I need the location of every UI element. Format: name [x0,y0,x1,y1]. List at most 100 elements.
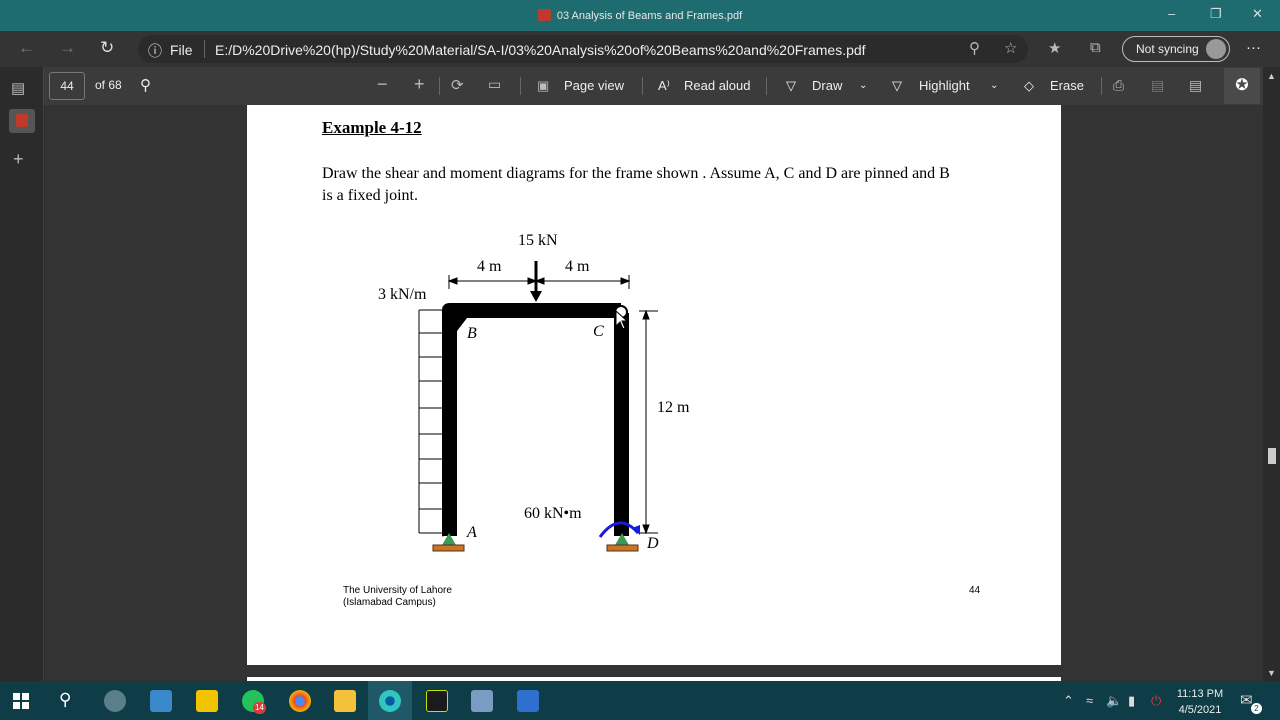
pin-toolbar-icon[interactable]: ✪ [1224,68,1260,104]
footer-institution: The University of Lahore (Islamabad Camp… [343,585,452,608]
joint-d-label: D [647,535,659,552]
joint-c-label: C [593,323,604,340]
scroll-down-icon[interactable]: ▼ [1267,668,1276,678]
toolbar-divider [520,77,521,95]
print-icon[interactable]: ⎙ [1113,77,1124,94]
joint-a-label: A [467,524,477,541]
power-icon[interactable]: ⏻ [1151,693,1161,709]
forward-icon[interactable]: → [59,38,76,58]
windows-start-icon[interactable] [13,693,29,709]
new-tab-icon[interactable]: + [13,149,24,170]
sync-button[interactable]: Not syncing [1122,36,1230,62]
page-number-input[interactable]: 44 [49,72,85,100]
file-explorer-icon[interactable] [334,690,356,712]
show-hidden-icons-icon[interactable]: ⌃ [1063,693,1074,709]
weather-app-icon[interactable] [104,690,126,712]
moment-label: 60 kN•m [524,505,582,522]
vertical-tab-sidebar: ▤ + [0,67,44,681]
dimension-left-label: 4 m [477,258,502,275]
highlight-button[interactable]: Highlight [919,78,970,93]
pdf-tab-icon[interactable] [9,109,35,133]
collections-icon[interactable]: ⧉ [1090,39,1101,56]
highlight-icon: ▽ [892,78,902,93]
minimize-button[interactable]: – [1168,6,1175,21]
mouse-cursor-icon [615,310,629,330]
url-divider [204,40,205,58]
sticky-notes-icon[interactable] [196,690,218,712]
toolbar-divider [439,77,440,95]
zoom-out-icon[interactable]: − [377,74,388,95]
vertical-scrollbar[interactable]: ▲ ▼ [1263,67,1280,681]
erase-button[interactable]: Erase [1050,78,1084,93]
horizontal-dimension [447,275,631,289]
whatsapp-badge: 14 [253,702,266,714]
search-icon[interactable]: ⚲ [140,76,151,94]
page-view-icon: ▣ [537,78,550,93]
notification-badge: 2 [1251,703,1262,714]
speaker-icon[interactable]: 🔈 [1106,693,1122,709]
title-bar: 03 Analysis of Beams and Frames.pdf – ❐ … [0,0,1280,31]
file-label: File [170,42,193,58]
favorites-icon[interactable]: ★ [1048,39,1061,57]
tab-actions-icon[interactable]: ▤ [11,79,25,97]
draw-button[interactable]: Draw [812,78,842,93]
read-aloud-button[interactable]: Read aloud [684,78,751,93]
page-total: of 68 [95,78,122,92]
battery-icon[interactable]: ▮ [1128,693,1135,709]
pdf-viewer: Example 4-12 Draw the shear and moment d… [45,105,1263,681]
point-load-arrow [530,291,542,302]
pdf-page: Example 4-12 Draw the shear and moment d… [247,105,1061,665]
rotate-icon[interactable]: ⟳ [451,76,464,94]
draw-icon: ▽ [786,78,796,93]
save-app-icon[interactable] [471,690,493,712]
back-icon[interactable]: ← [18,38,35,58]
frame-member-cd [614,313,629,536]
toolbar-divider [766,77,767,95]
wifi-icon[interactable]: ≈ [1086,693,1093,708]
restore-button[interactable]: ❐ [1210,6,1222,22]
search-icon[interactable]: ⚲ [59,690,71,710]
chrome-icon[interactable] [289,690,311,712]
add-favorite-icon[interactable]: ☆ [1004,39,1017,57]
dimension-right-label: 4 m [565,258,590,275]
frame-figure [418,261,658,552]
save-icon[interactable]: ▤ [1151,77,1164,94]
info-icon[interactable]: ⓘ [148,41,162,61]
chevron-down-icon[interactable]: ⌄ [990,80,998,91]
footer-page-number: 44 [969,585,981,596]
save-as-icon[interactable]: ▤ [1189,77,1202,94]
window-title: 03 Analysis of Beams and Frames.pdf [0,9,1280,22]
network-app-icon[interactable] [150,690,172,712]
height-label: 12 m [657,399,690,416]
toolbar-divider [1101,77,1102,95]
app-icon[interactable] [426,690,448,712]
read-aloud-icon: A⁾ [658,78,670,93]
point-load-label: 15 kN [518,232,558,249]
address-bar: ← → ↻ ⓘ File E:/D%20Drive%20(hp)/Study%2… [0,31,1280,67]
vertical-dimension [639,309,658,535]
zoom-in-icon[interactable]: + [414,74,425,95]
chevron-down-icon[interactable]: ⌄ [859,80,867,91]
refresh-icon[interactable]: ↻ [100,38,114,58]
taskbar: ⚲ 14 ⌃ ≈ 🔈 ▮ ⏻ 11:13 PM 4/5/2021 ✉ 2 [0,681,1280,720]
support-a-base [432,544,465,552]
pdf-icon [537,9,551,21]
support-d-base [606,544,639,552]
page-view-button[interactable]: Page view [564,78,624,93]
toolbar-divider [642,77,643,95]
url-box[interactable]: ⓘ File E:/D%20Drive%20(hp)/Study%20Mater… [138,35,1028,63]
scroll-up-icon[interactable]: ▲ [1267,71,1276,81]
close-button[interactable]: ✕ [1252,6,1263,22]
joint-b-label: B [467,325,477,342]
more-menu-icon[interactable]: ··· [1246,39,1261,56]
edge-icon[interactable] [379,690,401,712]
chart-app-icon[interactable] [517,690,539,712]
avatar [1206,39,1226,59]
eraser-icon: ◇ [1024,78,1034,93]
scrollbar-thumb[interactable] [1268,448,1276,464]
distributed-load-label: 3 kN/m [378,286,427,303]
zoom-icon[interactable]: ⚲ [969,39,980,57]
url-text[interactable]: E:/D%20Drive%20(hp)/Study%20Material/SA-… [215,42,866,58]
clock[interactable]: 11:13 PM 4/5/2021 [1172,686,1228,718]
fit-page-icon[interactable]: ▭ [488,76,501,93]
